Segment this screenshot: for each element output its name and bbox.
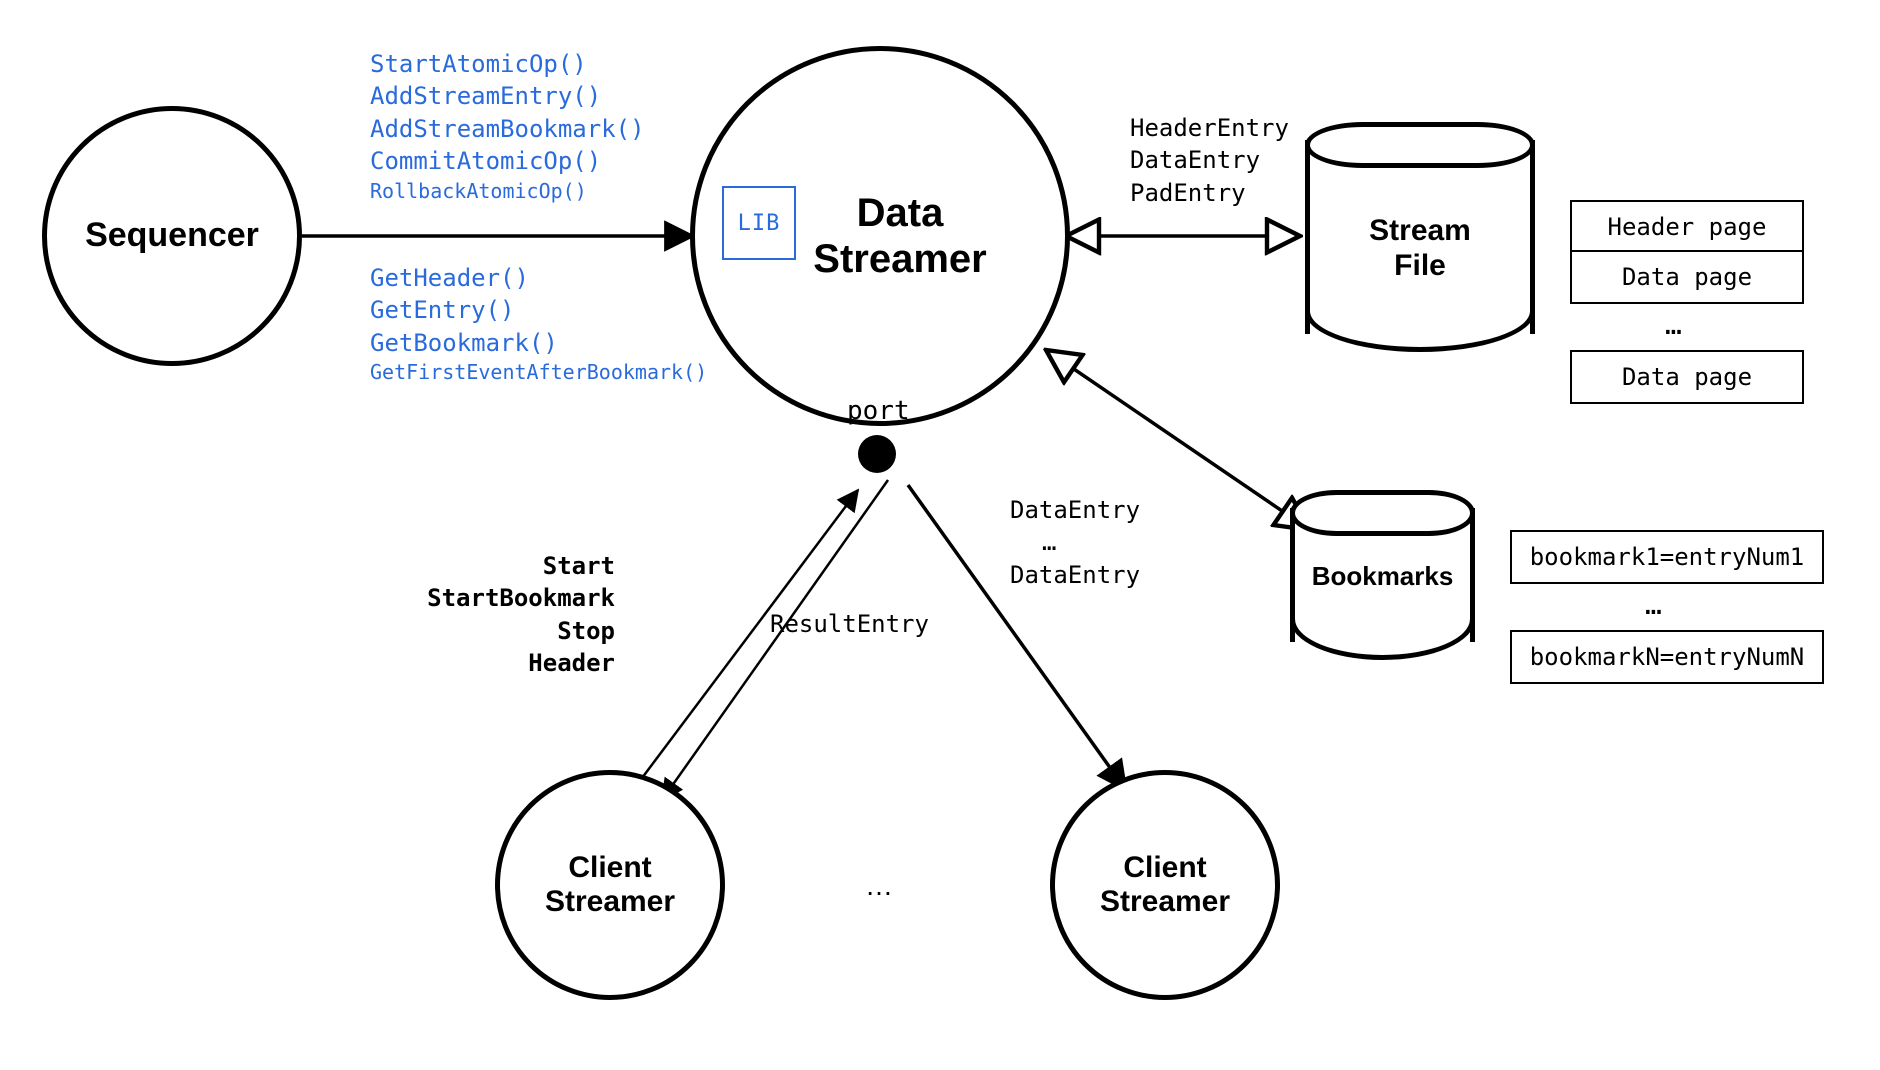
- stream-file-label-l2: File: [1305, 249, 1535, 284]
- data-entry-2: DataEntry: [1010, 559, 1140, 591]
- client-streamer-2-l2: Streamer: [1100, 885, 1230, 920]
- sequencer-node: Sequencer: [42, 106, 302, 366]
- cmd-stop: Stop: [395, 615, 615, 647]
- entry-label: HeaderEntry: [1130, 112, 1289, 144]
- data-entry-ellipsis: …: [1010, 526, 1140, 558]
- bookmark-entry-first: bookmark1=entryNum1: [1530, 543, 1805, 571]
- api-call: RollbackAtomicOp(): [370, 178, 645, 205]
- data-stream-labels: DataEntry … DataEntry: [1010, 494, 1140, 591]
- bookmarks-label: Bookmarks: [1290, 562, 1475, 592]
- api-call: GetHeader(): [370, 262, 707, 294]
- api-call: StartAtomicOp(): [370, 48, 645, 80]
- data-page-label-2: Data page: [1622, 363, 1752, 391]
- data-page-box-2: Data page: [1570, 350, 1804, 404]
- client-streamer-node-2: Client Streamer: [1050, 770, 1280, 1000]
- entry-label: PadEntry: [1130, 177, 1289, 209]
- file-entry-labels: HeaderEntry DataEntry PadEntry: [1130, 112, 1289, 209]
- client-streamer-1-l1: Client: [545, 851, 675, 886]
- clients-ellipsis: …: [865, 870, 899, 902]
- api-call: CommitAtomicOp(): [370, 145, 645, 177]
- api-call: AddStreamBookmark(): [370, 113, 645, 145]
- bookmark-entry-box-last: bookmarkN=entryNumN: [1510, 630, 1824, 684]
- port-dot: [858, 435, 896, 473]
- bookmark-entry-box-first: bookmark1=entryNum1: [1510, 530, 1824, 584]
- client-streamer-1-l2: Streamer: [545, 885, 675, 920]
- cmd-start-bookmark: StartBookmark: [395, 582, 615, 614]
- header-page-label: Header page: [1608, 213, 1767, 241]
- header-page-box: Header page: [1570, 200, 1804, 254]
- lib-box: LIB: [722, 186, 796, 260]
- result-entry-label: ResultEntry: [770, 608, 929, 640]
- entry-label: DataEntry: [1130, 144, 1289, 176]
- stream-file-label-l1: Stream: [1305, 214, 1535, 249]
- bookmarks-ellipsis: …: [1645, 588, 1668, 621]
- bookmarks-cylinder: Bookmarks: [1290, 490, 1475, 660]
- data-entry-1: DataEntry: [1010, 494, 1140, 526]
- api-write-list: StartAtomicOp() AddStreamEntry() AddStre…: [370, 48, 645, 205]
- api-call: GetBookmark(): [370, 327, 707, 359]
- cmd-header: Header: [395, 647, 615, 679]
- result-entry: ResultEntry: [770, 608, 929, 640]
- api-read-list: GetHeader() GetEntry() GetBookmark() Get…: [370, 262, 707, 386]
- bookmark-entry-last: bookmarkN=entryNumN: [1530, 643, 1805, 671]
- lib-label: LIB: [738, 211, 781, 236]
- stream-file-cylinder: Stream File: [1305, 122, 1535, 352]
- command-labels: Start StartBookmark Stop Header: [395, 550, 615, 680]
- client-streamer-node-1: Client Streamer: [495, 770, 725, 1000]
- api-call: GetEntry(): [370, 294, 707, 326]
- cmd-start: Start: [395, 550, 615, 582]
- pages-ellipsis: …: [1665, 308, 1688, 341]
- data-streamer-label-l1: Data: [813, 190, 986, 236]
- data-streamer-label-l2: Streamer: [813, 236, 986, 282]
- data-page-box: Data page: [1570, 250, 1804, 304]
- port-label: port: [847, 396, 910, 426]
- sequencer-label: Sequencer: [85, 216, 259, 255]
- api-call: GetFirstEventAfterBookmark(): [370, 359, 707, 386]
- api-call: AddStreamEntry(): [370, 80, 645, 112]
- data-page-label: Data page: [1622, 263, 1752, 291]
- client-streamer-2-l1: Client: [1100, 851, 1230, 886]
